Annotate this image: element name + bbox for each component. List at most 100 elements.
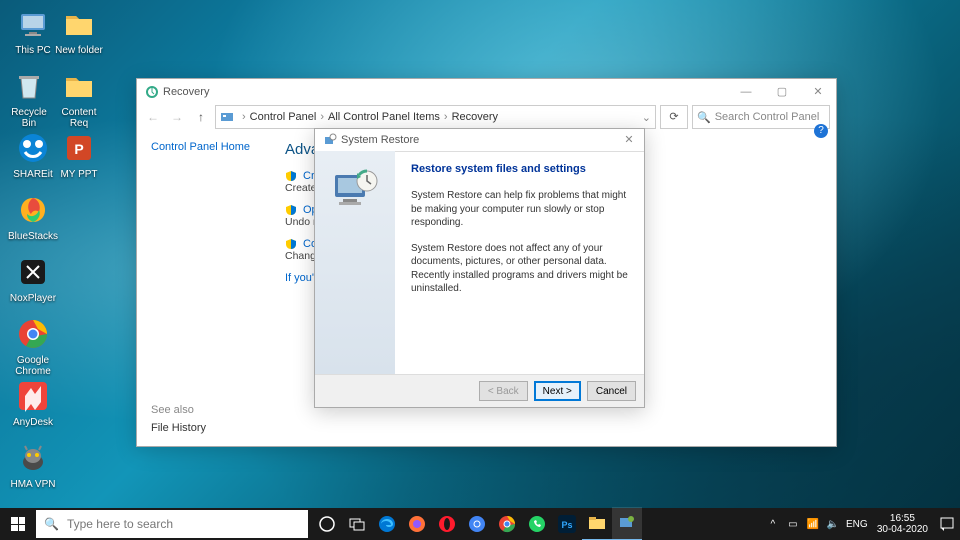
taskbar-app-edge[interactable]	[372, 508, 402, 540]
breadcrumb-0[interactable]: Control Panel	[250, 111, 317, 123]
cortana-button[interactable]	[312, 508, 342, 540]
dialog-titlebar: System Restore ✕	[315, 129, 644, 152]
icon-label: This PC	[8, 45, 58, 56]
search-input[interactable]: 🔍 Search Control Panel	[692, 105, 830, 129]
close-button[interactable]: ✕	[800, 81, 836, 103]
desktop-icon-anydesk[interactable]: AnyDesk	[8, 380, 58, 428]
taskbar-app-firefox[interactable]	[402, 508, 432, 540]
dialog-text-1: System Restore can help fix problems tha…	[411, 189, 628, 230]
tray-time: 16:55	[877, 513, 928, 524]
icon-label: SHAREit	[8, 169, 58, 180]
notifications-button[interactable]	[934, 508, 960, 540]
taskbar-app-whatsapp[interactable]	[522, 508, 552, 540]
taskbar: 🔍 Type here to search Ps ^ ▭ 📶 🔈 ENG 16:…	[0, 508, 960, 540]
icon-label: Google Chrome	[8, 355, 58, 377]
taskbar-search[interactable]: 🔍 Type here to search	[36, 510, 308, 538]
noxplayer-icon	[17, 256, 49, 288]
tray-language[interactable]: ENG	[843, 519, 871, 530]
google-chrome-icon	[17, 318, 49, 350]
dialog-content: Restore system files and settings System…	[395, 151, 644, 375]
shield-icon	[285, 238, 297, 250]
desktop-icon-recycle-bin[interactable]: Recycle Bin	[4, 70, 54, 129]
search-text: Type here to search	[67, 517, 173, 531]
tray-clock[interactable]: 16:55 30-04-2020	[871, 513, 934, 535]
tray-date: 30-04-2020	[877, 524, 928, 535]
system-restore-icon	[327, 165, 383, 213]
refresh-button[interactable]: ⟳	[660, 105, 688, 129]
shareit-icon	[17, 132, 49, 164]
dialog-title: System Restore	[341, 134, 614, 146]
minimize-button[interactable]: —	[728, 81, 764, 103]
icon-label: Content Req	[54, 107, 104, 129]
desktop-icon-this-pc[interactable]: This PC	[8, 8, 58, 56]
windows-logo-icon	[11, 517, 25, 531]
shield-icon	[285, 204, 297, 216]
desktop-icon-bluestacks[interactable]: BlueStacks	[8, 194, 58, 242]
window-title: Recovery	[163, 86, 728, 98]
icon-label: New folder	[54, 45, 104, 56]
bluestacks-icon	[17, 194, 49, 226]
recovery-title-icon	[145, 85, 159, 99]
dialog-text-2: System Restore does not affect any of yo…	[411, 242, 628, 296]
icon-label: Recycle Bin	[4, 107, 54, 129]
search-icon: 🔍	[697, 111, 711, 124]
address-dropdown[interactable]: ⌄	[642, 111, 651, 124]
hma-vpn-icon	[17, 442, 49, 474]
recycle-bin-icon	[13, 70, 45, 102]
forward-button[interactable]: →	[167, 107, 187, 127]
control-panel-home-link[interactable]: Control Panel Home	[151, 141, 269, 153]
back-button[interactable]: ←	[143, 107, 163, 127]
taskbar-app-chrome-canary[interactable]	[462, 508, 492, 540]
sidebar: Control Panel Home See also File History	[137, 131, 269, 446]
taskbar-app-opera[interactable]	[432, 508, 462, 540]
search-placeholder: Search Control Panel	[715, 111, 820, 123]
address-bar[interactable]: › Control Panel › All Control Panel Item…	[215, 105, 656, 129]
taskbar-app-explorer[interactable]	[582, 507, 612, 540]
anydesk-icon	[17, 380, 49, 412]
start-button[interactable]	[0, 508, 36, 540]
file-history-link[interactable]: File History	[151, 422, 206, 434]
back-button: < Back	[479, 381, 528, 401]
see-also-label: See also	[151, 404, 206, 416]
my-ppt-icon: P	[63, 132, 95, 164]
dialog-heading: Restore system files and settings	[411, 163, 628, 175]
up-button[interactable]: ↑	[191, 107, 211, 127]
icon-label: BlueStacks	[8, 231, 58, 242]
desktop-icon-hma-vpn[interactable]: HMA VPN	[8, 442, 58, 490]
breadcrumb-2[interactable]: Recovery	[452, 111, 498, 123]
icon-label: AnyDesk	[8, 417, 58, 428]
taskbar-app-chrome[interactable]	[492, 508, 522, 540]
desktop-icon-content-req[interactable]: Content Req	[54, 70, 104, 129]
desktop-icon-shareit[interactable]: SHAREit	[8, 132, 58, 180]
dialog-sidebar	[315, 151, 395, 375]
svg-text:Ps: Ps	[561, 520, 572, 530]
desktop-icon-google-chrome[interactable]: Google Chrome	[8, 318, 58, 377]
control-panel-icon	[220, 110, 234, 124]
taskbar-app-control-panel[interactable]	[612, 507, 642, 540]
address-row: ← → ↑ › Control Panel › All Control Pane…	[137, 104, 836, 130]
next-button[interactable]: Next >	[534, 381, 581, 401]
new-folder-icon	[63, 8, 95, 40]
desktop-icon-noxplayer[interactable]: NoxPlayer	[8, 256, 58, 304]
icon-label: MY PPT	[54, 169, 104, 180]
content-req-icon	[63, 70, 95, 102]
desktop-icon-new-folder[interactable]: New folder	[54, 8, 104, 56]
cancel-button[interactable]: Cancel	[587, 381, 636, 401]
maximize-button[interactable]: ▢	[764, 81, 800, 103]
search-icon: 🔍	[44, 517, 59, 531]
task-view-button[interactable]	[342, 508, 372, 540]
svg-text:P: P	[74, 141, 83, 157]
window-titlebar: Recovery — ▢ ✕	[137, 79, 836, 104]
tray-wifi-icon[interactable]: 📶	[803, 519, 823, 530]
system-restore-dialog: System Restore ✕ Restore system files an…	[314, 128, 645, 408]
breadcrumb-1[interactable]: All Control Panel Items	[328, 111, 440, 123]
taskbar-app-photoshop[interactable]: Ps	[552, 508, 582, 540]
tray-show-hidden[interactable]: ^	[763, 519, 783, 530]
dialog-close-button[interactable]: ✕	[614, 129, 644, 151]
desktop-icon-my-ppt[interactable]: P MY PPT	[54, 132, 104, 180]
tray-battery-icon[interactable]: ▭	[783, 519, 803, 530]
tray-volume-icon[interactable]: 🔈	[823, 519, 843, 530]
icon-label: HMA VPN	[8, 479, 58, 490]
icon-label: NoxPlayer	[8, 293, 58, 304]
this-pc-icon	[17, 8, 49, 40]
